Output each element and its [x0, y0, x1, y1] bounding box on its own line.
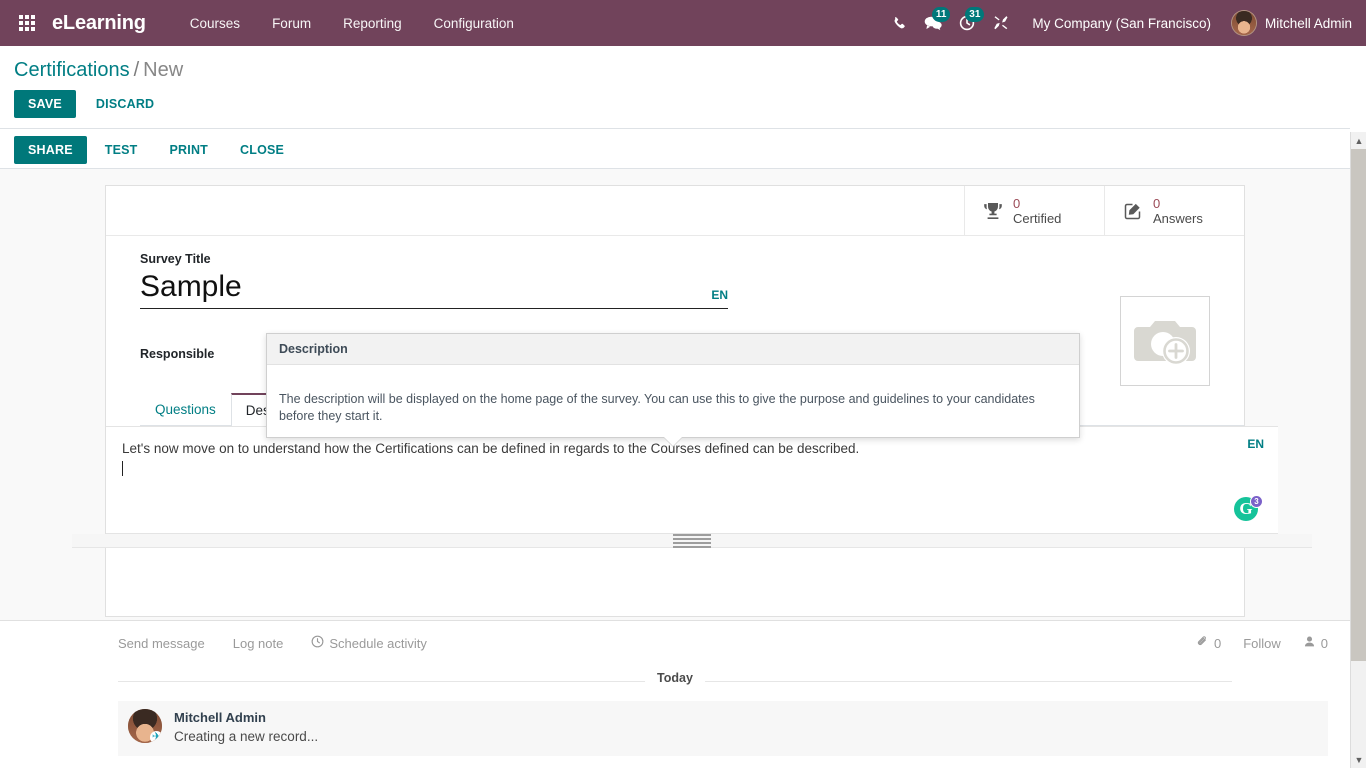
attachment-counter[interactable]: 0 [1196, 635, 1221, 651]
messages-icon[interactable]: 11 [916, 0, 950, 46]
breadcrumb-current: New [143, 59, 183, 81]
day-separator-label: Today [645, 671, 705, 685]
breadcrumb-separator: / [130, 59, 144, 81]
avatar [1231, 10, 1257, 36]
description-editor[interactable]: Let's now move on to understand how the … [106, 426, 1278, 534]
stat-value-answers: 0 [1153, 196, 1203, 211]
follower-count: 0 [1321, 636, 1328, 651]
stat-value-certified: 0 [1013, 196, 1061, 211]
scrollbar-thumb[interactable] [1351, 149, 1366, 661]
control-panel-buttons: SAVE DISCARD [0, 82, 1350, 128]
close-button[interactable]: CLOSE [226, 136, 298, 164]
sheet-bottom-spacer [106, 548, 1244, 604]
chatter-toolbar: Send message Log note Schedule activity … [0, 621, 1350, 665]
control-panel: Certifications/New SAVE DISCARD [0, 46, 1350, 129]
breadcrumb-certifications[interactable]: Certifications [14, 59, 130, 81]
stat-text-certified: 0 Certified [1013, 196, 1061, 226]
trophy-icon [983, 201, 1003, 221]
scroll-down-button[interactable]: ▼ [1351, 751, 1366, 768]
top-navbar: eLearning Courses Forum Reporting Config… [0, 0, 1366, 46]
print-button[interactable]: PRINT [156, 136, 223, 164]
responsible-label: Responsible [140, 347, 214, 361]
editor-resize-handle[interactable] [72, 534, 1312, 548]
stat-label-answers: Answers [1153, 211, 1203, 226]
scroll-up-button[interactable]: ▲ [1351, 132, 1366, 149]
scrollbar-track[interactable] [1351, 149, 1366, 751]
description-editor-text: Let's now move on to understand how the … [122, 439, 1244, 459]
stat-button-certified[interactable]: 0 Certified [964, 186, 1104, 235]
app-brand[interactable]: eLearning [52, 12, 146, 35]
text-caret [122, 461, 123, 476]
nav-item-forum[interactable]: Forum [256, 0, 327, 46]
resize-grip-icon [673, 534, 711, 548]
description-editor-wrapper: Let's now move on to understand how the … [106, 426, 1278, 548]
stat-label-certified: Certified [1013, 211, 1061, 226]
chatter-message: ✈ Mitchell Admin Creating a new record..… [118, 701, 1328, 756]
share-button[interactable]: SHARE [14, 136, 87, 164]
camera-add-icon[interactable] [1120, 296, 1210, 386]
follower-counter[interactable]: 0 [1303, 635, 1328, 651]
activities-badge: 31 [965, 7, 984, 22]
stat-button-answers[interactable]: 0 Answers [1104, 186, 1244, 235]
clock-icon [311, 635, 324, 651]
schedule-activity-label: Schedule activity [329, 636, 427, 651]
editor-caret-line [122, 459, 1244, 477]
follow-button[interactable]: Follow [1243, 636, 1281, 651]
user-icon [1303, 635, 1316, 651]
odoo-elearning-survey-form: eLearning Courses Forum Reporting Config… [0, 0, 1366, 768]
save-button[interactable]: SAVE [14, 90, 76, 118]
description-language-badge[interactable]: EN [1247, 437, 1264, 451]
description-tooltip: Description The description will be disp… [266, 333, 1080, 438]
log-note-button[interactable]: Log note [233, 636, 284, 651]
apps-grid-dots [19, 15, 35, 31]
message-content: Mitchell Admin Creating a new record... [174, 709, 318, 746]
nav-item-configuration[interactable]: Configuration [418, 0, 530, 46]
discard-button[interactable]: DISCARD [82, 90, 168, 118]
tracking-plane-icon: ✈ [150, 731, 162, 743]
user-name: Mitchell Admin [1265, 16, 1352, 31]
pencil-square-icon [1123, 201, 1143, 221]
tooltip-title: Description [267, 334, 1079, 365]
message-avatar: ✈ [128, 709, 162, 743]
page-scrollbar[interactable]: ▲ ▼ [1350, 132, 1366, 768]
stat-button-box: 0 Certified 0 Answers [106, 186, 1244, 236]
activities-clock-icon[interactable]: 31 [950, 0, 984, 46]
attachment-count: 0 [1214, 636, 1221, 651]
apps-grid-icon[interactable] [12, 0, 42, 46]
user-menu[interactable]: Mitchell Admin [1225, 10, 1352, 36]
message-body: Creating a new record... [174, 727, 318, 746]
wrench-icon[interactable] [984, 0, 1018, 46]
chatter-right-tools: 0 Follow 0 [1196, 635, 1328, 651]
survey-title-input[interactable] [140, 268, 660, 306]
grammarly-icon[interactable]: G 3 [1234, 497, 1260, 523]
survey-title-label: Survey Title [140, 252, 900, 266]
survey-title-block: Survey Title EN [140, 252, 900, 309]
send-message-button[interactable]: Send message [118, 636, 205, 651]
tooltip-arrow-icon [664, 437, 682, 446]
tooltip-body: The description will be displayed on the… [267, 365, 1079, 437]
survey-title-row: EN [140, 268, 728, 309]
tab-questions[interactable]: Questions [140, 393, 231, 426]
paperclip-icon [1196, 635, 1209, 651]
day-separator: Today [118, 671, 1232, 691]
company-selector[interactable]: My Company (San Francisco) [1018, 16, 1225, 31]
chatter: Send message Log note Schedule activity … [0, 620, 1350, 768]
nav-item-reporting[interactable]: Reporting [327, 0, 418, 46]
record-action-buttons: SHARE TEST PRINT CLOSE [0, 131, 1350, 169]
phone-icon[interactable] [882, 0, 916, 46]
survey-title-language-badge[interactable]: EN [711, 288, 728, 302]
schedule-activity-button[interactable]: Schedule activity [311, 635, 427, 651]
stat-text-answers: 0 Answers [1153, 196, 1203, 226]
messages-badge: 11 [932, 7, 951, 22]
nav-item-courses[interactable]: Courses [174, 0, 256, 46]
message-author: Mitchell Admin [174, 709, 318, 727]
grammarly-badge: 3 [1250, 495, 1263, 508]
test-button[interactable]: TEST [91, 136, 152, 164]
navbar-menu: Courses Forum Reporting Configuration [174, 0, 530, 46]
breadcrumb: Certifications/New [0, 46, 1350, 82]
navbar-systray: 11 31 My Company (San Francisco) Mitchel… [882, 0, 1366, 46]
